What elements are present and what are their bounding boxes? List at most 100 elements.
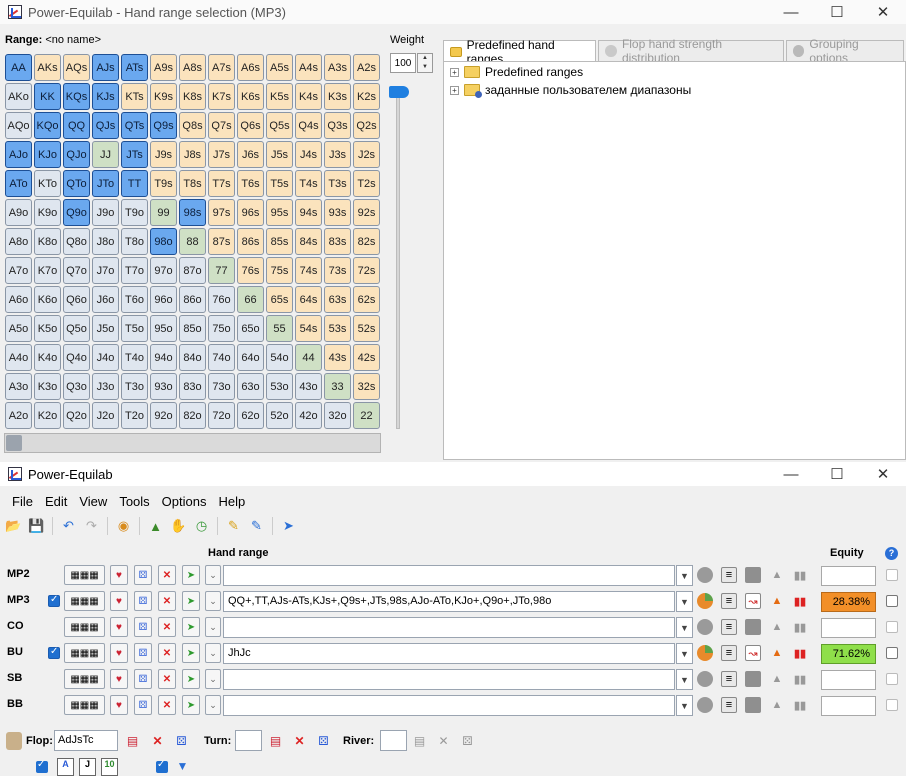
tree-icon[interactable]: ▲ <box>146 517 165 536</box>
hand-cell-k5s[interactable]: K5s <box>266 83 293 110</box>
hand-cell-95s[interactable]: 95s <box>266 199 293 226</box>
hand-cell-q3o[interactable]: Q3o <box>63 373 90 400</box>
pencil-icon[interactable]: ✎ <box>224 517 243 536</box>
hand-cell-52o[interactable]: 52o <box>266 402 293 429</box>
hand-cell-32o[interactable]: 32o <box>324 402 351 429</box>
flop-clear-icon[interactable]: ✕ <box>148 731 167 750</box>
timer-icon[interactable]: ◷ <box>192 517 211 536</box>
random-dice-icon[interactable]: ⚄ <box>134 695 152 715</box>
hand-cell-j9s[interactable]: J9s <box>150 141 177 168</box>
expand-icon[interactable]: + <box>450 85 459 95</box>
clear-range-icon[interactable]: ✕ <box>158 643 176 663</box>
hand-cell-a5o[interactable]: A5o <box>5 315 32 342</box>
chevron-down-icon[interactable]: ⌄ <box>205 669 221 689</box>
turn-input[interactable] <box>235 730 262 751</box>
pie-chart-icon[interactable] <box>697 697 713 713</box>
range-deck-icon[interactable]: ♥ <box>110 591 128 611</box>
random-dice-icon[interactable]: ⚄ <box>134 669 152 689</box>
hand-cell-q9s[interactable]: Q9s <box>150 112 177 139</box>
bar-chart-icon[interactable]: ▮▮ <box>792 671 808 687</box>
undo-icon[interactable]: ↶ <box>59 517 78 536</box>
river-input[interactable] <box>380 730 407 751</box>
hand-cell-q9o[interactable]: Q9o <box>63 199 90 226</box>
hand-cell-j2o[interactable]: J2o <box>92 402 119 429</box>
hand-cell-43o[interactable]: 43o <box>295 373 322 400</box>
hand-cell-t9o[interactable]: T9o <box>121 199 148 226</box>
flop-input[interactable]: AdJsTc <box>54 730 118 751</box>
menu-options[interactable]: Options <box>156 494 213 509</box>
hand-cell-t5o[interactable]: T5o <box>121 315 148 342</box>
range-dropdown-icon[interactable]: ▼ <box>676 669 693 690</box>
river-deck-icon[interactable]: ▤ <box>410 731 429 750</box>
lock-checkbox[interactable] <box>886 569 898 581</box>
hand-cell-ato[interactable]: ATo <box>5 170 32 197</box>
turn-clear-icon[interactable]: ✕ <box>290 731 309 750</box>
hand-cell-ajs[interactable]: AJs <box>92 54 119 81</box>
tab-predefined-hand-ranges[interactable]: Predefined hand ranges <box>443 38 597 66</box>
lock-checkbox[interactable] <box>886 595 898 607</box>
hand-cell-a7o[interactable]: A7o <box>5 257 32 284</box>
hand-cell-t2o[interactable]: T2o <box>121 402 148 429</box>
hand-cell-kjs[interactable]: KJs <box>92 83 119 110</box>
random-dice-icon[interactable]: ⚄ <box>134 565 152 585</box>
bar-chart-icon[interactable]: ▮▮ <box>792 567 808 583</box>
hand-cell-q7o[interactable]: Q7o <box>63 257 90 284</box>
hand-cell-65o[interactable]: 65o <box>237 315 264 342</box>
hand-cell-87o[interactable]: 87o <box>179 257 206 284</box>
hand-cell-k4o[interactable]: K4o <box>34 344 61 371</box>
fire-icon[interactable]: ▲ <box>769 671 785 687</box>
hand-cell-qjs[interactable]: QJs <box>92 112 119 139</box>
hand-cell-k7s[interactable]: K7s <box>208 83 235 110</box>
hand-cell-54s[interactable]: 54s <box>295 315 322 342</box>
random-dice-icon[interactable]: ⚄ <box>134 617 152 637</box>
menu-file[interactable]: File <box>6 494 39 509</box>
hand-cell-aqo[interactable]: AQo <box>5 112 32 139</box>
hand-cell-98o[interactable]: 98o <box>150 228 177 255</box>
hand-cell-t3o[interactable]: T3o <box>121 373 148 400</box>
hand-cell-53o[interactable]: 53o <box>266 373 293 400</box>
menu-view[interactable]: View <box>73 494 113 509</box>
hand-cell-q5s[interactable]: Q5s <box>266 112 293 139</box>
save-icon[interactable]: 💾 <box>27 517 46 536</box>
hand-cell-83s[interactable]: 83s <box>324 228 351 255</box>
chevron-down-icon[interactable]: ⌄ <box>205 643 221 663</box>
play-arrow-icon[interactable]: ➤ <box>182 591 200 611</box>
hand-cell-t7o[interactable]: T7o <box>121 257 148 284</box>
hand-cell-k9o[interactable]: K9o <box>34 199 61 226</box>
hand-cell-64o[interactable]: 64o <box>237 344 264 371</box>
random-dice-icon[interactable]: ⚄ <box>134 643 152 663</box>
horizontal-scrollbar[interactable] <box>4 433 381 453</box>
hand-cell-j4s[interactable]: J4s <box>295 141 322 168</box>
hand-cell-85s[interactable]: 85s <box>266 228 293 255</box>
bar-chart-icon[interactable]: ▮▮ <box>792 593 808 609</box>
hand-cell-43s[interactable]: 43s <box>324 344 351 371</box>
hand-cell-j5s[interactable]: J5s <box>266 141 293 168</box>
hand-cell-j7s[interactable]: J7s <box>208 141 235 168</box>
hand-cell-92o[interactable]: 92o <box>150 402 177 429</box>
player-enabled-checkbox[interactable] <box>48 646 60 659</box>
hand-cell-42o[interactable]: 42o <box>295 402 322 429</box>
range-dropdown-icon[interactable]: ▼ <box>676 617 693 638</box>
clear-range-icon[interactable]: ✕ <box>158 617 176 637</box>
hand-cell-93o[interactable]: 93o <box>150 373 177 400</box>
lock-checkbox[interactable] <box>886 621 898 633</box>
hand-cell-kqo[interactable]: KQo <box>34 112 61 139</box>
hand-cell-a2o[interactable]: A2o <box>5 402 32 429</box>
hand-cell-aks[interactable]: AKs <box>34 54 61 81</box>
chevron-down-icon[interactable]: ⌄ <box>205 565 221 585</box>
river-dice-icon[interactable]: ⚄ <box>458 731 477 750</box>
hand-cell-87s[interactable]: 87s <box>208 228 235 255</box>
hand-cell-82s[interactable]: 82s <box>353 228 380 255</box>
hand-cell-t5s[interactable]: T5s <box>266 170 293 197</box>
lock-checkbox[interactable] <box>886 699 898 711</box>
hand-cell-a9s[interactable]: A9s <box>150 54 177 81</box>
minimize-button[interactable]: — <box>768 462 814 486</box>
scrollbar-thumb[interactable] <box>6 435 22 451</box>
range-dropdown-icon[interactable]: ▼ <box>676 591 693 612</box>
table-icon[interactable]: ≡ <box>721 567 737 583</box>
hand-range-input[interactable] <box>223 617 675 638</box>
expand-icon[interactable]: + <box>450 67 459 77</box>
export-icon[interactable]: ➤ <box>279 517 298 536</box>
help-icon[interactable]: ? <box>885 547 898 560</box>
hand-cell-tt[interactable]: TT <box>121 170 148 197</box>
